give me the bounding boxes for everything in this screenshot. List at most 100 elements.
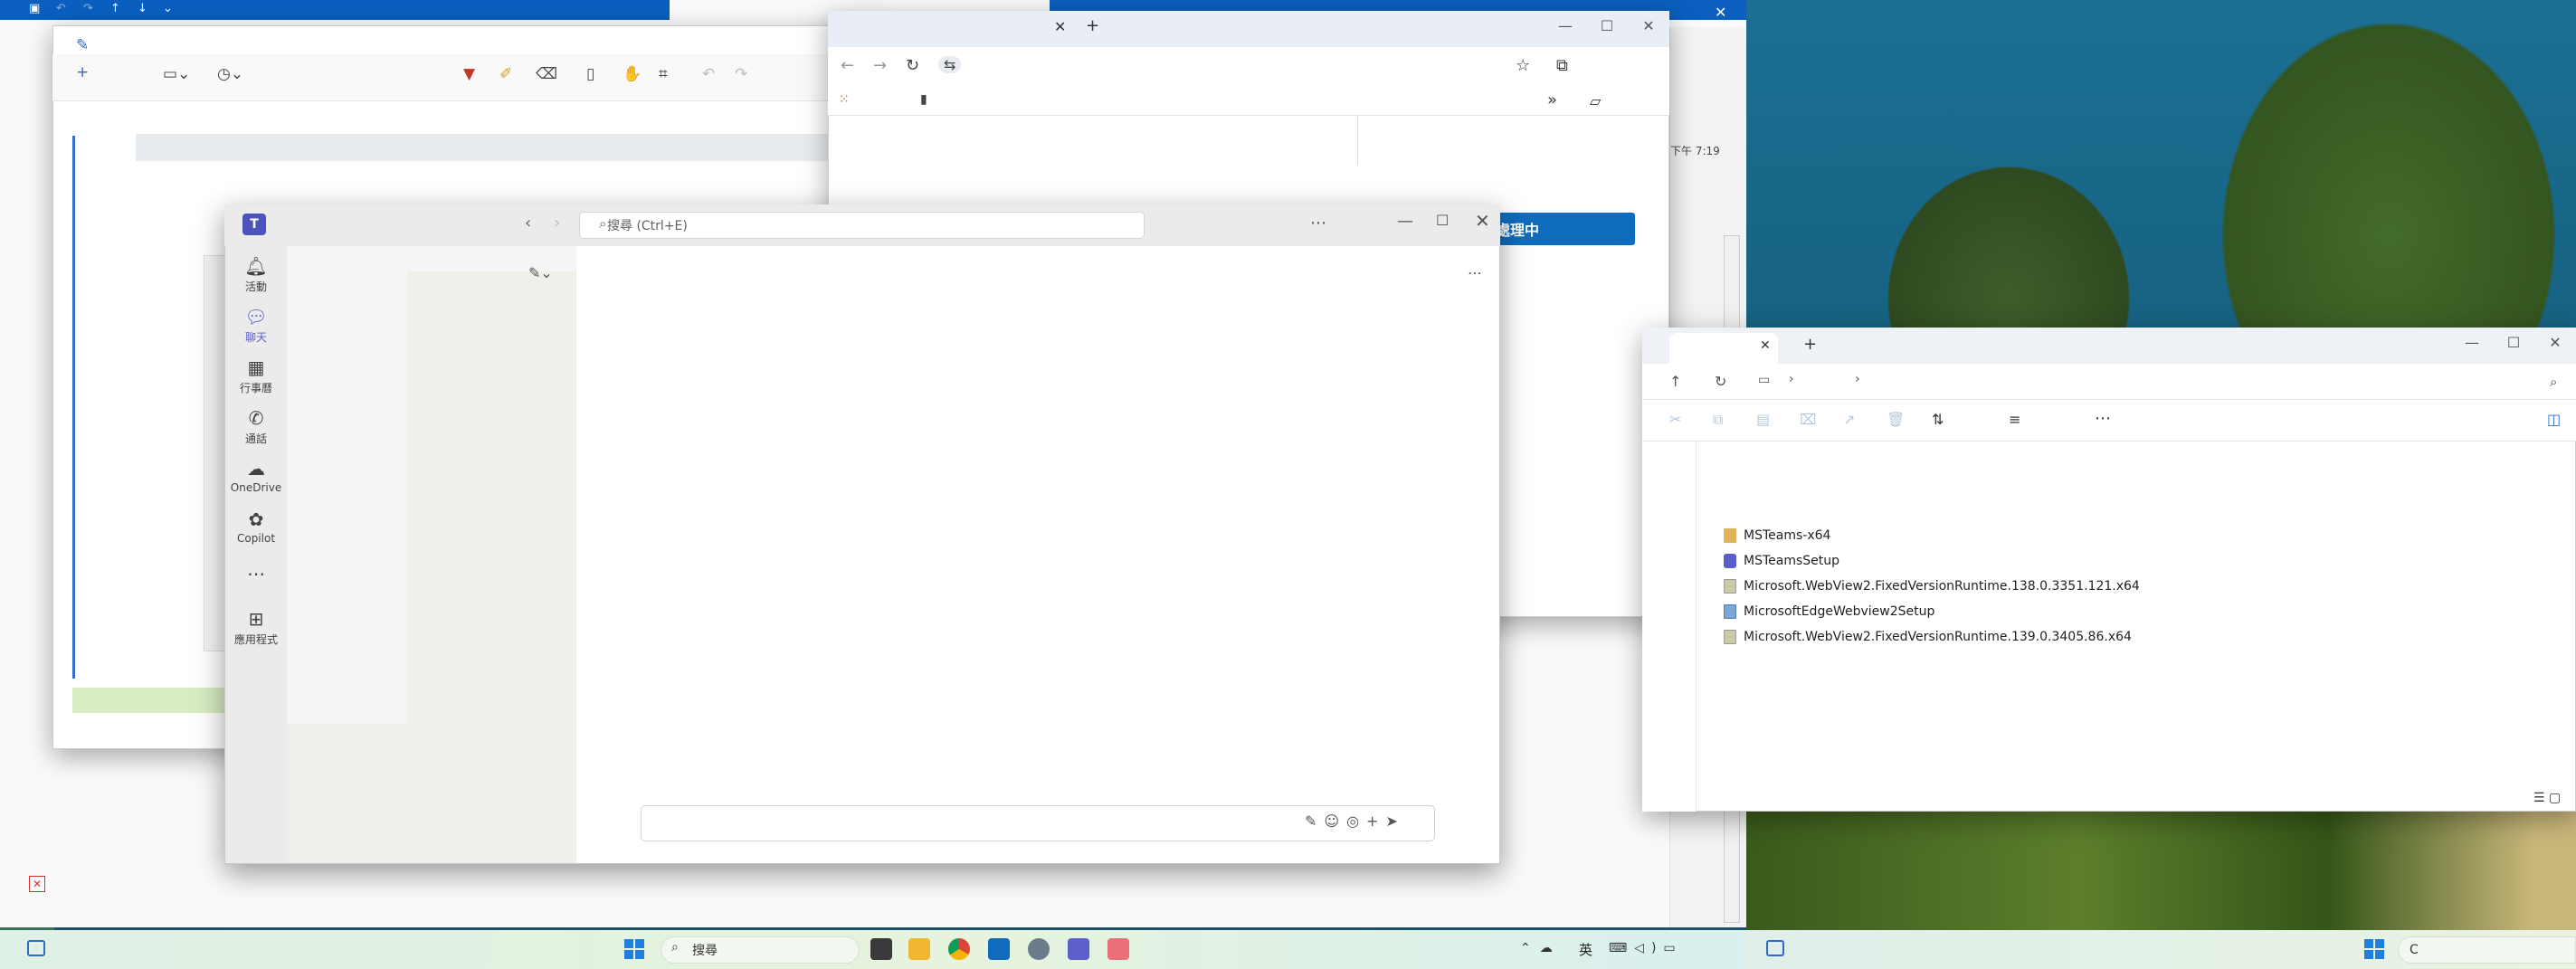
details-pane-icon[interactable]: ◫ — [2547, 411, 2561, 428]
system-tray-icons[interactable]: ⌃☁ — [1520, 941, 1562, 955]
highlighter-icon[interactable]: ✐ — [499, 65, 512, 83]
file-row[interactable]: Microsoft.WebView2.FixedVersionRuntime.1… — [1724, 574, 2140, 599]
processing-button[interactable]: 處理中 — [1488, 213, 1635, 245]
maximize-icon[interactable]: ☐ — [1436, 212, 1449, 229]
new-tab-icon[interactable]: + — [1086, 16, 1099, 35]
crop-icon[interactable]: ⌗ — [659, 65, 668, 83]
rail-item-more[interactable]: ⋯ — [225, 563, 287, 586]
teams-taskbar-icon[interactable] — [1068, 938, 1089, 960]
bell-icon: 🔔︎ — [244, 255, 268, 277]
new-snip-icon[interactable]: + — [76, 63, 89, 81]
widgets-icon[interactable] — [27, 940, 45, 956]
file-name: Microsoft.WebView2.FixedVersionRuntime.1… — [1744, 630, 2132, 644]
breadcrumb-chevron-icon[interactable]: › — [1789, 372, 1794, 386]
sort-icon[interactable]: ⇅ — [1932, 411, 1944, 428]
forward-icon[interactable]: → — [873, 56, 887, 75]
forward-icon[interactable]: › — [554, 214, 560, 233]
apps-grid-icon[interactable]: ⁙ — [839, 92, 850, 107]
more-options-icon[interactable]: ⋯ — [2095, 409, 2111, 428]
view-icon[interactable]: ≡ — [2009, 411, 2020, 428]
rail-item-chat[interactable]: 💬︎ 聊天 — [225, 306, 287, 345]
refresh-icon[interactable]: ↻ — [1715, 373, 1726, 390]
eraser-icon[interactable]: ⌫ — [536, 65, 557, 83]
back-icon[interactable]: ‹ — [525, 214, 531, 233]
undo-icon[interactable]: ↶ — [702, 65, 715, 83]
timer-icon[interactable]: ◷⌄ — [217, 65, 243, 83]
search-icon[interactable]: ⌕ — [2550, 374, 2557, 390]
maximize-icon[interactable]: ☐ — [2493, 328, 2534, 356]
more-options-icon[interactable]: ⋯ — [1310, 214, 1326, 233]
network-volume-battery-icons[interactable]: ⌨◁)▭ — [1609, 941, 1683, 955]
rename-icon[interactable]: ⌧ — [1800, 411, 1816, 428]
rail-item-onedrive[interactable]: ☁ OneDrive — [225, 458, 287, 494]
bookmark-star-icon[interactable]: ☆ — [1516, 56, 1530, 75]
cut-icon[interactable]: ✂ — [1669, 411, 1681, 428]
taskbar-search[interactable]: 搜尋 — [661, 936, 860, 964]
breadcrumb-chevron-icon[interactable]: › — [1855, 372, 1860, 386]
copy-icon[interactable]: ⧉ — [1713, 411, 1723, 429]
site-info-icon[interactable]: ⇆ — [938, 56, 962, 73]
snipping-tool-icon[interactable] — [1107, 938, 1129, 960]
add-apps-icon: ⊞ — [248, 608, 264, 630]
more-bookmarks-icon[interactable]: » — [1547, 90, 1557, 109]
taskbar-search[interactable]: C — [2398, 936, 2576, 964]
view-toggle-icons[interactable]: ☰ ▢ — [2533, 791, 2561, 805]
arrow-up-icon[interactable]: ↑ — [110, 2, 120, 15]
close-icon[interactable]: ✕ — [1475, 210, 1490, 232]
rail-item-copilot[interactable]: ✿ Copilot — [225, 508, 287, 545]
delete-icon[interactable]: 🗑 — [1887, 411, 1905, 428]
file-explorer-icon[interactable] — [908, 938, 930, 960]
close-icon[interactable]: ✕ — [2534, 328, 2576, 356]
chrome-icon[interactable] — [948, 938, 970, 960]
start-icon[interactable] — [2364, 939, 2384, 959]
undo-icon[interactable]: ↶ — [56, 2, 66, 15]
minimize-icon[interactable]: — — [1545, 11, 1586, 40]
widgets-icon[interactable] — [1766, 940, 1784, 956]
customize-toolbar-icon[interactable]: ⌄ — [163, 2, 173, 15]
explorer-tab[interactable]: ✕ — [1669, 333, 1778, 364]
file-row[interactable]: MicrosoftEdgeWebview2Setup — [1724, 599, 2140, 624]
rail-item-activity[interactable]: 🔔︎ 活動 — [225, 255, 287, 294]
chat-more-icon[interactable]: ⋯ — [1468, 264, 1482, 281]
pen-icon[interactable]: ▼ — [463, 65, 475, 83]
task-view-icon[interactable] — [870, 938, 892, 960]
input-method-indicator[interactable]: 英 — [1579, 940, 1592, 959]
redo-icon[interactable]: ↷ — [83, 2, 93, 15]
minimize-icon[interactable]: — — [1397, 212, 1413, 231]
folder-icon[interactable]: ▱ — [1590, 92, 1601, 109]
error-icon[interactable]: ✕ — [29, 876, 45, 892]
arrow-down-icon[interactable]: ↓ — [138, 2, 147, 15]
document-close-icon[interactable]: ✕ — [1715, 4, 1726, 21]
file-row[interactable]: MSTeamsSetup — [1724, 548, 2140, 574]
close-tab-icon[interactable]: ✕ — [1054, 18, 1066, 35]
reload-icon[interactable]: ↻ — [906, 56, 919, 75]
rail-item-calendar[interactable]: ▦ 行事曆 — [225, 356, 287, 395]
touch-writing-icon[interactable]: ✋ — [623, 65, 642, 83]
rail-item-apps[interactable]: ⊞ 應用程式 — [225, 608, 287, 647]
save-icon[interactable]: ▣ — [29, 2, 40, 15]
file-row[interactable]: Microsoft.WebView2.FixedVersionRuntime.1… — [1724, 624, 2140, 650]
snip-shape-icon[interactable]: ▭⌄ — [163, 65, 190, 83]
bookmark-icon[interactable]: ▮ — [920, 92, 927, 107]
settings-icon[interactable] — [1028, 938, 1050, 960]
outlook-icon[interactable] — [988, 938, 1010, 960]
minimize-icon[interactable]: — — [2451, 328, 2493, 356]
maximize-icon[interactable]: ☐ — [1586, 11, 1628, 40]
rail-item-calls[interactable]: ✆ 通話 — [225, 407, 287, 446]
file-row[interactable]: MSTeams-x64 — [1724, 523, 2140, 548]
compose-tools-icons[interactable]: ✎☺◎+➤ — [1305, 812, 1405, 830]
back-icon[interactable]: ← — [841, 56, 854, 75]
share-icon[interactable]: ↗ — [1843, 411, 1855, 428]
ruler-icon[interactable]: ▯ — [586, 65, 594, 83]
redo-icon[interactable]: ↷ — [735, 65, 747, 83]
this-pc-icon[interactable]: ▭ — [1758, 373, 1770, 387]
paste-icon[interactable]: ▤ — [1756, 411, 1770, 428]
start-icon[interactable] — [624, 939, 644, 959]
up-icon[interactable]: ↑ — [1669, 373, 1681, 390]
new-tab-icon[interactable]: + — [1803, 335, 1817, 354]
teams-search-input[interactable]: 搜尋 (Ctrl+E) — [579, 212, 1145, 239]
extensions-icon[interactable]: ⧉ — [1556, 56, 1568, 75]
close-tab-icon[interactable]: ✕ — [1760, 338, 1771, 353]
close-icon[interactable]: ✕ — [1628, 11, 1669, 40]
new-chat-icon[interactable]: ✎⌄ — [528, 264, 553, 281]
